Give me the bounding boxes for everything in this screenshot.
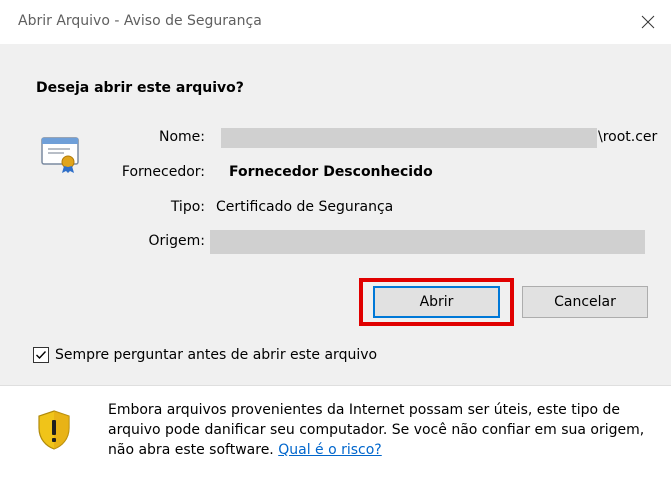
close-icon (641, 15, 655, 29)
always-ask-label: Sempre perguntar antes de abrir este arq… (55, 347, 378, 363)
type-label: Tipo: (170, 199, 205, 215)
close-button[interactable] (625, 0, 671, 44)
origin-redacted (210, 230, 645, 254)
shield-warning-icon (38, 410, 70, 450)
cancel-button[interactable]: Cancelar (522, 286, 648, 318)
always-ask-checkbox[interactable] (33, 347, 49, 363)
checkmark-icon (36, 351, 47, 360)
name-redacted (221, 128, 597, 148)
security-warning-footer: Embora arquivos provenientes da Internet… (0, 386, 671, 486)
window-title: Abrir Arquivo - Aviso de Segurança (18, 13, 262, 29)
warning-message: Embora arquivos provenientes da Internet… (108, 400, 660, 460)
dialog-question: Deseja abrir este arquivo? (36, 80, 244, 96)
open-button[interactable]: Abrir (373, 286, 500, 318)
title-bar: Abrir Arquivo - Aviso de Segurança (0, 0, 671, 44)
dialog-body: Deseja abrir este arquivo? Nome: \root.c… (0, 44, 671, 385)
type-value: Certificado de Segurança (216, 199, 394, 215)
risk-link[interactable]: Qual é o risco? (278, 442, 382, 458)
name-label: Nome: (158, 129, 205, 145)
name-value: \root.cer (598, 129, 658, 145)
origin-label: Origem: (148, 233, 205, 249)
publisher-value: Fornecedor Desconhecido (229, 164, 433, 180)
publisher-label: Fornecedor: (121, 164, 205, 180)
always-ask-row[interactable]: Sempre perguntar antes de abrir este arq… (33, 347, 377, 363)
